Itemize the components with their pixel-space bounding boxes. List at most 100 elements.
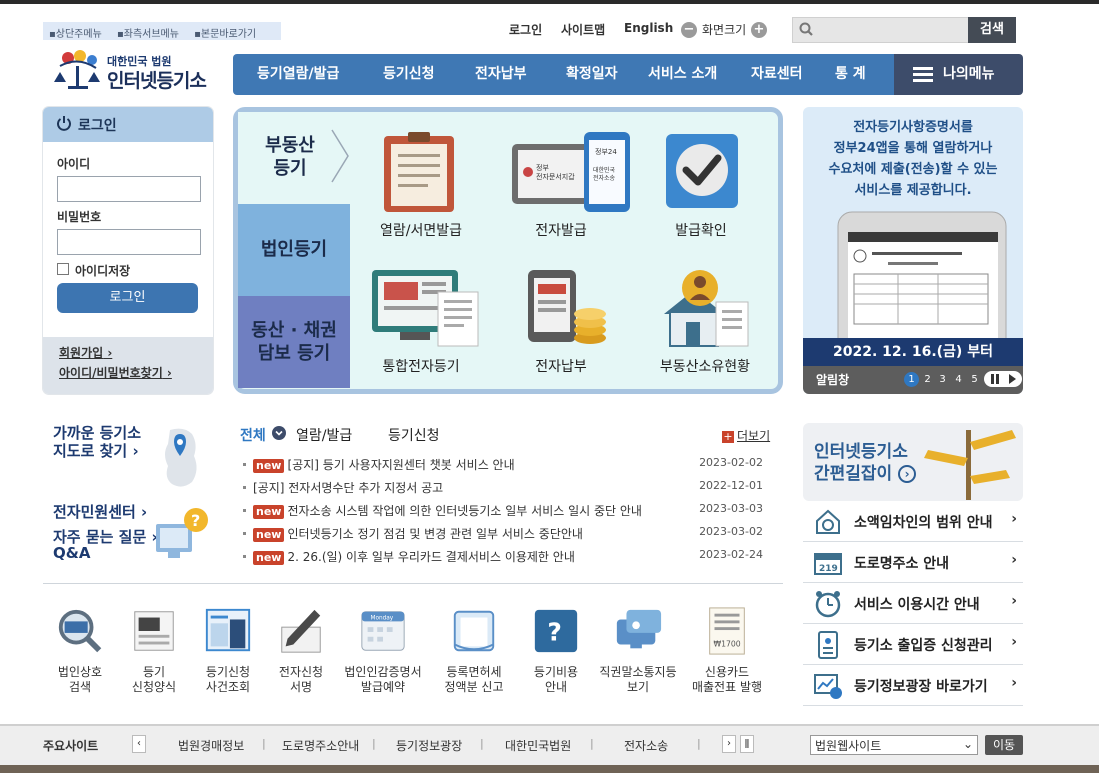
find-account-link[interactable]: 아이디/비밀번호찾기 › bbox=[59, 364, 172, 381]
gnb-item-statistics[interactable]: 통 계 bbox=[835, 54, 866, 95]
pause-icon[interactable] bbox=[990, 374, 1000, 384]
news-tab-apply[interactable]: 등기신청 bbox=[388, 425, 440, 445]
next-icon[interactable] bbox=[1007, 374, 1017, 384]
join-link[interactable]: 회원가입 › bbox=[59, 344, 112, 361]
zoom-out-button[interactable]: − bbox=[681, 22, 697, 38]
footer-prev-button[interactable]: ‹ bbox=[132, 735, 146, 753]
quick-link-case-lookup[interactable]: 등기신청 사건조회 bbox=[188, 606, 268, 695]
power-icon bbox=[57, 116, 71, 131]
banner-page-5[interactable]: 5 bbox=[967, 372, 982, 387]
service-property-ownership[interactable]: 부동산소유현황 bbox=[646, 266, 764, 386]
footer-site-court[interactable]: 대한민국법원 bbox=[505, 737, 571, 754]
news-item[interactable]: new [공지] 등기 사용자지원센터 챗봇 서비스 안내 2023-02-02 bbox=[243, 456, 773, 476]
side-link-road-address[interactable]: 219 도로명주소 안내 › bbox=[803, 542, 1023, 583]
side-link-service-hours[interactable]: 서비스 이용시간 안내 › bbox=[803, 583, 1023, 624]
news-date: 2023-02-02 bbox=[699, 456, 763, 469]
quick-link-company-name-search[interactable]: 법인상호 검색 bbox=[40, 606, 120, 695]
gnb-item-fixed-date[interactable]: 확정일자 bbox=[566, 54, 618, 95]
password-input[interactable] bbox=[57, 229, 201, 255]
footer-site-auction[interactable]: 법원경매정보 bbox=[178, 737, 244, 754]
id-input[interactable] bbox=[57, 176, 201, 202]
logo-title[interactable]: 인터넷등기소 bbox=[107, 66, 207, 93]
side-link-office-pass[interactable]: 등기소 출입증 신청관리 › bbox=[803, 624, 1023, 665]
skip-link-content[interactable]: ▪본문바로가기 bbox=[194, 29, 262, 40]
login-link[interactable]: 로그인 bbox=[509, 21, 542, 38]
footer-pause-button[interactable]: ǁ bbox=[740, 735, 754, 753]
zoom-in-button[interactable]: + bbox=[751, 22, 767, 38]
footer-site-e-litigation[interactable]: 전자소송 bbox=[624, 737, 668, 754]
service-verify-label: 발급확인 bbox=[675, 223, 727, 239]
court-logo-icon[interactable] bbox=[50, 46, 106, 96]
skip-link-lnb[interactable]: ▪좌측서브메뉴 bbox=[117, 29, 185, 40]
news-tab-all[interactable]: 전체 bbox=[240, 425, 266, 445]
more-link[interactable]: + 더보기 bbox=[722, 427, 770, 444]
save-id-checkbox[interactable] bbox=[57, 263, 69, 275]
quick-link-registration-fee[interactable]: ? 등기비용 안내 bbox=[516, 606, 596, 695]
service-property-ownership-label: 부동산소유현황 bbox=[659, 359, 751, 375]
hamburger-icon bbox=[913, 67, 933, 82]
footer-next-button[interactable]: › bbox=[722, 735, 736, 753]
news-date: 2023-02-24 bbox=[699, 548, 763, 561]
news-item[interactable]: new 인터넷등기소 정기 점검 및 변경 관련 일부 서비스 중단안내 2023-… bbox=[243, 525, 773, 545]
skip-link-gnb[interactable]: ▪상단주메뉴 bbox=[49, 29, 108, 40]
quick-link-card-receipt[interactable]: ₩1700 신용카드 매출전표 발행 bbox=[687, 606, 767, 695]
quick-link-label: 등기신청 사건조회 bbox=[205, 665, 251, 694]
english-link[interactable]: English bbox=[624, 21, 673, 35]
banner-page-4[interactable]: 4 bbox=[951, 372, 966, 387]
news-item[interactable]: new 2. 26.(일) 이후 일부 우리카드 결제서비스 이용제한 안내 202… bbox=[243, 548, 773, 568]
service-integrated-e-registration-label: 통합전자등기 bbox=[382, 359, 460, 375]
alarm-label: 알림창 bbox=[816, 373, 850, 387]
new-badge: new bbox=[253, 528, 285, 542]
gnb-item-view-issue[interactable]: 등기열람/발급 bbox=[257, 54, 339, 95]
gnb-item-data-center[interactable]: 자료센터 bbox=[751, 54, 803, 95]
gnb-item-service-intro[interactable]: 서비스 소개 bbox=[648, 54, 717, 95]
gnb-item-payment[interactable]: 전자납부 bbox=[475, 54, 527, 95]
search-button[interactable]: 검색 bbox=[968, 17, 1016, 43]
side-link-label: 서비스 이용시간 안내 bbox=[854, 597, 980, 613]
service-view-issue[interactable]: 열람/서면발급 bbox=[366, 130, 476, 250]
banner-page-2[interactable]: 2 bbox=[920, 372, 935, 387]
service-verify[interactable]: 발급확인 bbox=[646, 130, 756, 250]
footer-site-address[interactable]: 도로명주소안내 bbox=[282, 737, 359, 754]
footer-separator: | bbox=[372, 737, 376, 750]
service-e-issue[interactable]: 정부 전자문서지갑 정부24 대한민국 전자소송 전자발급 bbox=[506, 130, 630, 250]
news-item[interactable]: new 전자소송 시스템 작업에 의한 인터넷등기소 일부 서비스 일시 중단 안… bbox=[243, 502, 773, 522]
quick-link-label: 법인인감증명서 발급예약 bbox=[344, 665, 422, 694]
news-item[interactable]: [공지] 전자서명수단 추가 지정서 공고 2022-12-01 bbox=[243, 479, 773, 499]
quick-link-ex-officio-notice[interactable]: 직권말소통지등 보기 bbox=[598, 606, 678, 695]
side-link-label: 등기정보광장 바로가기 bbox=[854, 679, 988, 695]
news-tab-view-issue[interactable]: 열람/발급 bbox=[296, 425, 352, 445]
search-input[interactable] bbox=[821, 18, 961, 42]
chevron-down-icon bbox=[272, 426, 286, 440]
service-e-issue-label: 전자발급 bbox=[535, 223, 587, 239]
banner-page-3[interactable]: 3 bbox=[935, 372, 950, 387]
login-submit-button[interactable]: 로그인 bbox=[57, 283, 198, 313]
quick-link-e-signature[interactable]: 전자신청 서명 bbox=[261, 606, 341, 695]
chevron-right-icon: › bbox=[1011, 634, 1017, 650]
new-badge: new bbox=[253, 459, 285, 473]
side-link-data-plaza[interactable]: 등기정보광장 바로가기 › bbox=[803, 665, 1023, 706]
news-title: 인터넷등기소 정기 점검 및 변경 관련 일부 서비스 중단안내 bbox=[287, 527, 583, 541]
service-integrated-e-registration[interactable]: 통합전자등기 bbox=[366, 266, 479, 386]
faq-link[interactable]: 자주 묻는 질문 › Q&A bbox=[53, 529, 158, 561]
service-e-payment-label: 전자납부 bbox=[535, 359, 587, 375]
sitemap-link[interactable]: 사이트맵 bbox=[561, 21, 605, 38]
nearest-office-link[interactable]: 가까운 등기소 지도로 찾기 › bbox=[53, 424, 141, 460]
svg-text:전자문서지갑: 전자문서지갑 bbox=[536, 172, 575, 181]
tab-movable-property-label: 동산 · 채권 담보 등기 bbox=[251, 320, 337, 364]
go-button[interactable]: 이동 bbox=[985, 735, 1023, 755]
side-link-small-lease-range[interactable]: 소액임차인의 범위 안내 › bbox=[803, 501, 1023, 542]
save-id-label[interactable]: 아이디저장 bbox=[75, 262, 130, 279]
gnb-item-apply[interactable]: 등기신청 bbox=[383, 54, 435, 95]
svg-text:전자소송: 전자소송 bbox=[593, 174, 616, 182]
civil-center-link[interactable]: 전자민원센터 › bbox=[53, 503, 147, 521]
license-tax-report-icon bbox=[453, 610, 495, 652]
quick-link-seal-certificate-reservation[interactable]: Monday 법인인감증명서 발급예약 bbox=[343, 606, 423, 695]
banner-page-1[interactable]: 1 bbox=[904, 372, 919, 387]
footer-site-data-plaza[interactable]: 등기정보광장 bbox=[396, 737, 462, 754]
news-title: 전자소송 시스템 작업에 의한 인터넷등기소 일부 서비스 일시 중단 안내 bbox=[287, 504, 642, 518]
quick-link-registration-forms[interactable]: 등기 신청양식 bbox=[114, 606, 194, 695]
quick-link-license-tax-report[interactable]: 등록면허세 정액분 신고 bbox=[434, 606, 514, 695]
service-e-payment[interactable]: 전자납부 bbox=[506, 266, 616, 386]
court-site-select[interactable]: 법원웹사이트 ⌄ bbox=[810, 735, 978, 755]
